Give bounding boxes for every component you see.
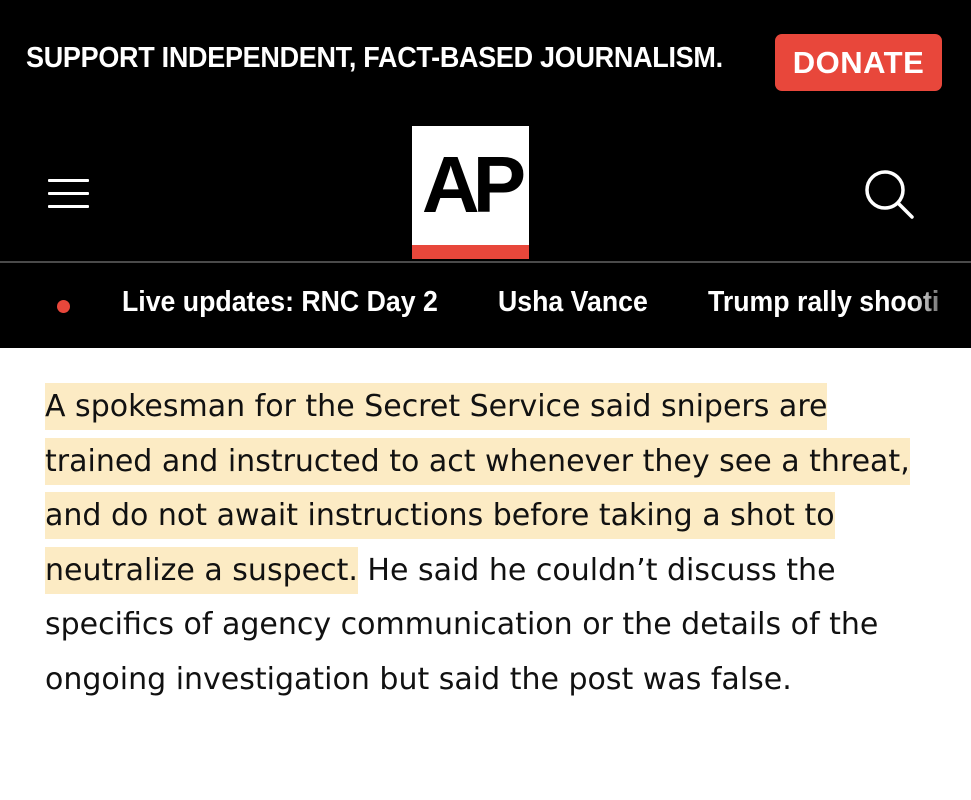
trending-item-rnc-live[interactable]: Live updates: RNC Day 2 — [122, 286, 438, 319]
trending-item-usha-vance[interactable]: Usha Vance — [498, 286, 648, 319]
site-header: AP — [0, 124, 971, 261]
support-banner-text: SUPPORT INDEPENDENT, FACT-BASED JOURNALI… — [26, 42, 723, 74]
search-icon[interactable] — [863, 168, 915, 220]
trending-nav: Live updates: RNC Day 2 Usha Vance Trump… — [0, 263, 971, 348]
donate-button[interactable]: DONATE — [775, 34, 942, 91]
logo-text: AP — [421, 140, 526, 229]
live-indicator-icon — [57, 300, 70, 313]
ap-logo[interactable]: AP — [412, 126, 529, 259]
scroll-fade — [911, 263, 971, 348]
logo-red-stripe — [412, 245, 529, 259]
trending-item-trump-rally[interactable]: Trump rally shooti — [708, 286, 939, 319]
hamburger-menu-icon[interactable] — [48, 179, 89, 209]
support-banner: SUPPORT INDEPENDENT, FACT-BASED JOURNALI… — [0, 0, 971, 124]
article-paragraph: A spokesman for the Secret Service said … — [45, 380, 925, 707]
